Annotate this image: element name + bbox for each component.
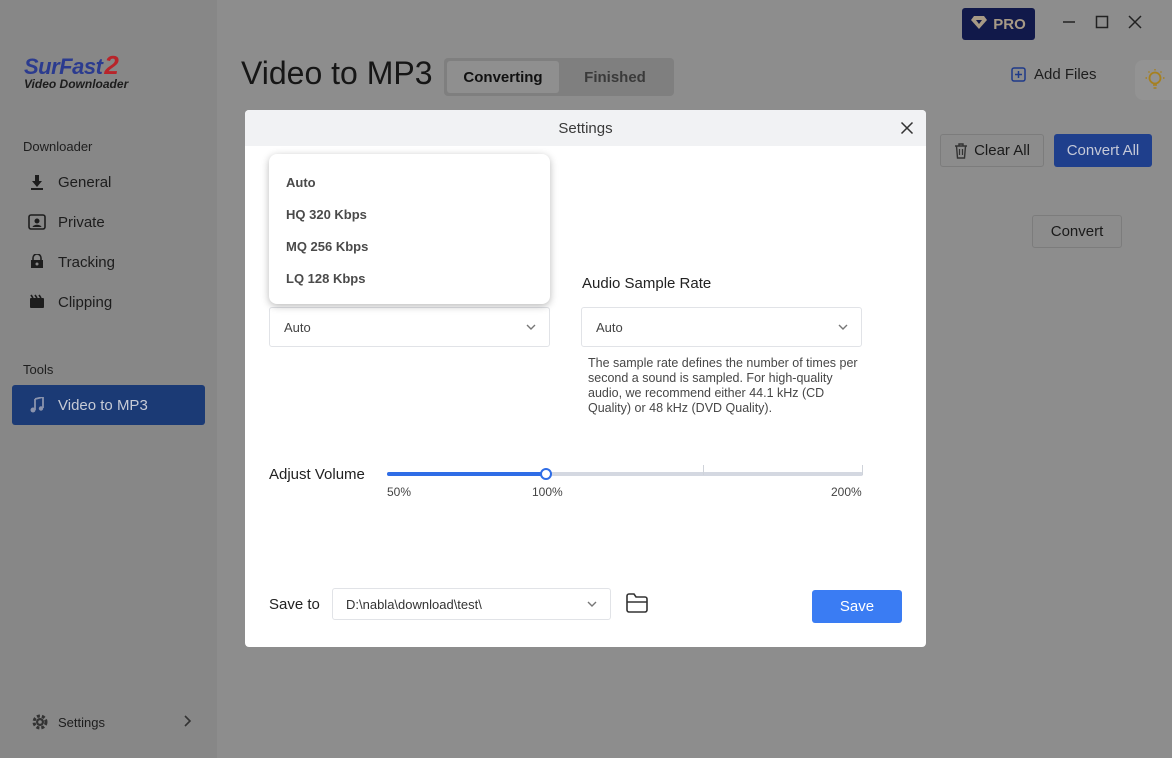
bitrate-dropdown-menu: Auto HQ 320 Kbps MQ 256 Kbps LQ 128 Kbps bbox=[269, 154, 550, 304]
music-note-icon bbox=[28, 396, 46, 414]
sidebar-item-label: General bbox=[58, 173, 112, 191]
slider-tick bbox=[862, 465, 863, 475]
volume-tick-label-min: 50% bbox=[387, 485, 412, 499]
logo-number: 2 bbox=[104, 50, 119, 80]
pro-button[interactable]: PRO bbox=[962, 8, 1035, 40]
close-icon bbox=[1128, 15, 1142, 29]
downloader-section-label: Downloader bbox=[23, 139, 93, 154]
private-icon bbox=[28, 213, 46, 231]
tracking-icon bbox=[28, 253, 46, 271]
sidebar-item-label: Private bbox=[58, 213, 105, 231]
bitrate-select-value: Auto bbox=[284, 319, 311, 335]
sample-rate-select-value: Auto bbox=[596, 319, 623, 335]
pro-label: PRO bbox=[993, 15, 1026, 33]
maximize-icon bbox=[1095, 15, 1109, 29]
tab-finished[interactable]: Finished bbox=[559, 61, 671, 93]
close-icon bbox=[900, 121, 914, 135]
diamond-icon bbox=[971, 15, 988, 33]
sidebar-item-tracking[interactable]: Tracking bbox=[12, 242, 205, 282]
dialog-close-button[interactable] bbox=[898, 119, 916, 137]
chevron-down-icon bbox=[586, 598, 598, 613]
dropdown-option-auto[interactable]: Auto bbox=[269, 166, 550, 198]
add-files-button[interactable]: Add Files bbox=[1011, 66, 1097, 83]
tools-section-label: Tools bbox=[23, 362, 54, 377]
volume-tick-label-max: 200% bbox=[831, 485, 862, 499]
chevron-right-icon bbox=[182, 714, 192, 731]
clipping-icon bbox=[28, 293, 46, 311]
save-button[interactable]: Save bbox=[812, 590, 902, 623]
clear-all-button[interactable]: Clear All bbox=[940, 134, 1044, 167]
tab-bar: Converting Finished bbox=[444, 58, 674, 96]
app-logo: SurFast2 Video Downloader bbox=[24, 52, 129, 91]
sidebar-item-private[interactable]: Private bbox=[12, 202, 205, 242]
slider-fill bbox=[387, 472, 546, 476]
trash-icon bbox=[955, 142, 968, 159]
bitrate-select[interactable]: Auto bbox=[269, 307, 550, 347]
chevron-down-icon bbox=[525, 321, 537, 336]
adjust-volume-label: Adjust Volume bbox=[269, 466, 365, 483]
dropdown-option-lq-128[interactable]: LQ 128 Kbps bbox=[269, 262, 550, 294]
clear-all-label: Clear All bbox=[974, 142, 1030, 159]
maximize-button[interactable] bbox=[1094, 14, 1110, 30]
gear-icon bbox=[30, 712, 50, 732]
sidebar-item-label: Video to MP3 bbox=[58, 396, 148, 414]
logo-text: SurFast bbox=[24, 54, 103, 79]
settings-label: Settings bbox=[58, 714, 105, 730]
minimize-icon bbox=[1063, 21, 1075, 23]
dropdown-option-hq-320[interactable]: HQ 320 Kbps bbox=[269, 198, 550, 230]
volume-slider[interactable] bbox=[387, 465, 863, 482]
sidebar-item-video-to-mp3[interactable]: Video to MP3 bbox=[12, 385, 205, 425]
sidebar-item-general[interactable]: General bbox=[12, 162, 205, 202]
page-title: Video to MP3 bbox=[241, 55, 433, 91]
convert-all-button[interactable]: Convert All bbox=[1054, 134, 1152, 167]
sidebar-settings[interactable]: Settings bbox=[30, 711, 192, 733]
sidebar-item-clipping[interactable]: Clipping bbox=[12, 282, 205, 322]
sidebar-item-label: Clipping bbox=[58, 293, 113, 311]
save-path-value: D:\nabla\download\test\ bbox=[346, 596, 482, 612]
download-icon bbox=[28, 173, 46, 191]
save-to-label: Save to bbox=[269, 596, 320, 613]
logo-subtitle: Video Downloader bbox=[24, 77, 129, 91]
chevron-down-icon bbox=[837, 321, 849, 336]
sample-rate-select[interactable]: Auto bbox=[581, 307, 862, 347]
add-files-label: Add Files bbox=[1034, 66, 1097, 83]
tab-converting[interactable]: Converting bbox=[447, 61, 559, 93]
sidebar: SurFast2 Video Downloader Downloader Gen… bbox=[0, 0, 217, 758]
add-icon bbox=[1011, 67, 1026, 82]
dialog-title: Settings bbox=[558, 119, 613, 137]
audio-sample-rate-label: Audio Sample Rate bbox=[582, 275, 712, 292]
sidebar-item-label: Tracking bbox=[58, 253, 115, 271]
slider-thumb[interactable] bbox=[540, 468, 552, 480]
convert-button[interactable]: Convert bbox=[1032, 215, 1122, 248]
dropdown-option-mq-256[interactable]: MQ 256 Kbps bbox=[269, 230, 550, 262]
close-window-button[interactable] bbox=[1127, 14, 1143, 30]
slider-tick bbox=[703, 465, 704, 475]
folder-icon bbox=[626, 593, 648, 613]
save-path-select[interactable]: D:\nabla\download\test\ bbox=[332, 588, 611, 620]
volume-tick-label-mid: 100% bbox=[532, 485, 563, 499]
tips-button[interactable] bbox=[1135, 60, 1172, 100]
browse-folder-button[interactable] bbox=[625, 592, 649, 614]
dialog-header: Settings bbox=[245, 110, 926, 146]
minimize-button[interactable] bbox=[1061, 14, 1077, 30]
sample-rate-help-text: The sample rate defines the number of ti… bbox=[588, 356, 858, 415]
lightbulb-icon bbox=[1145, 69, 1165, 89]
